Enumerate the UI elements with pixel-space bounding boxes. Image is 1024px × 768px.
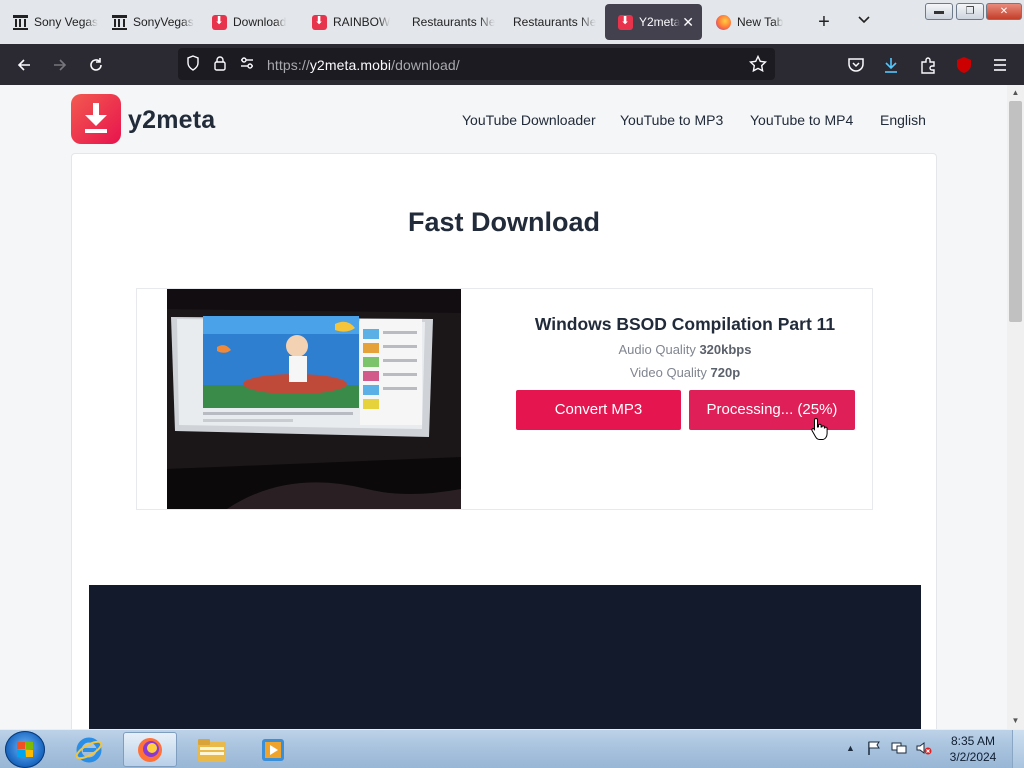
url-host: y2meta.mobi: [309, 57, 392, 73]
extensions-puzzle-icon[interactable]: [915, 52, 941, 78]
taskbar-media-app[interactable]: [246, 732, 300, 767]
tab-title: New Tab: [737, 15, 784, 29]
audio-quality-value: 320kbps: [699, 342, 752, 357]
tab-sony-vegas[interactable]: Sony Vegas: [0, 4, 98, 40]
show-desktop-button[interactable]: [1012, 730, 1024, 768]
url-path: /download/: [391, 57, 460, 73]
url-scheme: https://: [267, 57, 310, 73]
action-center-flag-icon[interactable]: [866, 740, 882, 759]
hand-cursor-icon: [811, 417, 828, 440]
video-quality: Video Quality 720p: [489, 365, 881, 380]
nav-youtube-to-mp4[interactable]: YouTube to MP4: [750, 112, 853, 128]
clock-time: 8:35 AM: [950, 734, 996, 748]
audio-quality-label: Audio Quality: [618, 342, 700, 357]
permissions-icon[interactable]: [238, 55, 256, 73]
video-quality-label: Video Quality: [629, 365, 711, 380]
tab-title: Sony Vegas: [34, 15, 98, 29]
url-text[interactable]: https://y2meta.mobi/download/: [267, 57, 460, 73]
download-app-icon: [617, 14, 633, 30]
lock-icon[interactable]: [211, 55, 229, 73]
nav-language-english[interactable]: English: [880, 112, 926, 128]
y2meta-logo[interactable]: [71, 94, 121, 144]
bank-icon: [12, 14, 28, 30]
taskbar-firefox[interactable]: [123, 732, 177, 767]
tab-title: SonyVegas: [133, 15, 194, 29]
tab-rainbow[interactable]: RAINBOW: [299, 4, 397, 40]
ublock-extension-icon[interactable]: [951, 52, 977, 78]
windows-logo-icon: [17, 742, 33, 757]
taskbar: ▲ 8:35 AM 3/2/2024: [0, 729, 1024, 768]
bookmark-star-icon[interactable]: [748, 54, 768, 73]
new-tab-plus-icon[interactable]: +: [812, 10, 836, 34]
minimize-window-button[interactable]: ▬: [925, 3, 953, 20]
video-title: Windows BSOD Compilation Part 11: [534, 314, 836, 334]
start-button[interactable]: [5, 731, 45, 768]
tab-title: Restaurants Ne: [412, 15, 496, 29]
scroll-up-arrow-icon[interactable]: ▲: [1007, 85, 1024, 101]
restore-window-button[interactable]: ❐: [956, 3, 984, 20]
clock-date: 3/2/2024: [949, 750, 997, 764]
shield-icon[interactable]: [184, 55, 202, 73]
hamburger-menu-icon[interactable]: [987, 52, 1013, 78]
audio-quality: Audio Quality 320kbps: [489, 342, 881, 357]
processing-button[interactable]: Processing... (25%): [689, 390, 855, 430]
forward-arrow-icon[interactable]: [47, 52, 73, 78]
bank-icon: [111, 14, 127, 30]
firefox-icon: [715, 14, 731, 30]
taskbar-file-explorer[interactable]: [185, 732, 239, 767]
video-result-box: Windows BSOD Compilation Part 11 Audio Q…: [136, 288, 873, 510]
tab-title: RAINBOW: [333, 15, 391, 29]
download-arrow-icon: [85, 103, 107, 133]
tab-y2meta[interactable]: Y2meta ✕: [605, 4, 702, 40]
tab-title: Y2meta: [639, 15, 681, 29]
page-viewport: y2meta YouTube Downloader YouTube to MP3…: [0, 85, 1007, 729]
system-clock[interactable]: 8:35 AM 3/2/2024: [940, 733, 1006, 765]
taskbar-internet-explorer[interactable]: [62, 732, 116, 767]
address-bar[interactable]: https://y2meta.mobi/download/: [178, 48, 775, 80]
tab-download[interactable]: Download: [199, 4, 297, 40]
reload-icon[interactable]: [83, 52, 109, 78]
page-title: Fast Download: [407, 207, 600, 237]
video-quality-value: 720p: [710, 365, 741, 380]
tab-restaurants-1[interactable]: Restaurants Ne: [400, 4, 498, 40]
main-card: Fast Download Windows BSOD Compilation P…: [71, 153, 937, 729]
nav-youtube-downloader[interactable]: YouTube Downloader: [462, 112, 596, 128]
network-icon[interactable]: [891, 740, 907, 759]
tab-sonyvegas[interactable]: SonyVegas: [99, 4, 197, 40]
list-tabs-chevron-icon[interactable]: [852, 10, 876, 34]
download-app-icon: [311, 14, 327, 30]
tab-title: Restaurants Ne: [513, 15, 597, 29]
scroll-down-arrow-icon[interactable]: ▼: [1007, 713, 1024, 729]
nav-youtube-to-mp3[interactable]: YouTube to MP3: [620, 112, 723, 128]
page-scrollbar[interactable]: ▲ ▼: [1007, 85, 1024, 729]
download-app-icon: [211, 14, 227, 30]
tab-strip: Sony Vegas SonyVegas Download RAINBOW Re…: [0, 0, 1024, 44]
convert-mp3-button[interactable]: Convert MP3: [516, 390, 681, 430]
scrollbar-thumb[interactable]: [1009, 101, 1022, 322]
media-player-icon: [262, 738, 284, 761]
video-thumbnail: [167, 289, 461, 509]
tab-restaurants-2[interactable]: Restaurants Ne: [501, 4, 599, 40]
internet-explorer-icon: [75, 737, 103, 762]
close-window-button[interactable]: ✕: [986, 3, 1022, 20]
back-arrow-icon[interactable]: [11, 52, 37, 78]
show-hidden-icons-icon[interactable]: ▲: [846, 743, 855, 753]
navigation-toolbar: https://y2meta.mobi/download/ 28: [0, 44, 1024, 106]
volume-muted-icon[interactable]: [915, 740, 933, 759]
close-tab-icon[interactable]: ✕: [682, 14, 694, 31]
pocket-icon[interactable]: [843, 52, 869, 78]
tab-title: Download: [233, 15, 287, 29]
firefox-icon: [138, 737, 162, 762]
downloads-icon[interactable]: [878, 52, 904, 78]
folder-icon: [198, 738, 226, 762]
brand-name[interactable]: y2meta: [128, 106, 215, 135]
tab-new-tab[interactable]: New Tab: [703, 4, 801, 40]
embedded-video-area[interactable]: [89, 585, 921, 729]
